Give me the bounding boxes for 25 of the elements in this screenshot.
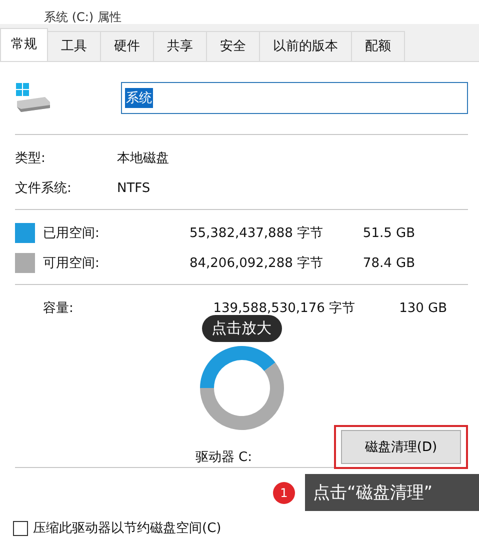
checkbox[interactable] [13, 520, 28, 536]
field-value: 本地磁盘 [117, 150, 169, 167]
name-field[interactable]: 系统 [121, 82, 468, 114]
space-size: 51.5 GB [362, 226, 415, 240]
space-bytes: 55,382,437,888 字节 [188, 225, 323, 242]
step-badge: 1 [273, 482, 295, 504]
zoom-hint[interactable]: 点击放大 [202, 315, 282, 342]
field-label: 文件系统: [15, 180, 72, 197]
checkbox-label: 压缩此驱动器以节约磁盘空间(C) [33, 520, 222, 537]
field-label: 类型: [15, 150, 46, 167]
drive-icon [15, 83, 51, 113]
annotation-callout: 点击“磁盘清理” [305, 474, 479, 511]
capacity-bytes: 139,588,530,176 字节 [212, 300, 355, 317]
space-label: 已用空间: [43, 225, 100, 242]
space-size: 78.4 GB [362, 256, 415, 270]
capacity-label: 容量: [42, 300, 74, 317]
window-title: 系统 (C:) 属性 [44, 10, 122, 24]
tab[interactable]: 常规 [0, 28, 48, 61]
capacity-size: 130 GB [398, 300, 447, 316]
drive-label: 驱动器 C: [195, 449, 252, 466]
field-value: NTFS [117, 180, 150, 196]
space-label: 可用空间: [43, 255, 100, 272]
tab[interactable]: 配额 [351, 31, 405, 61]
space-bytes: 84,206,092,288 字节 [188, 255, 323, 272]
disk-cleanup-button[interactable]: 磁盘清理(D) [341, 430, 461, 464]
